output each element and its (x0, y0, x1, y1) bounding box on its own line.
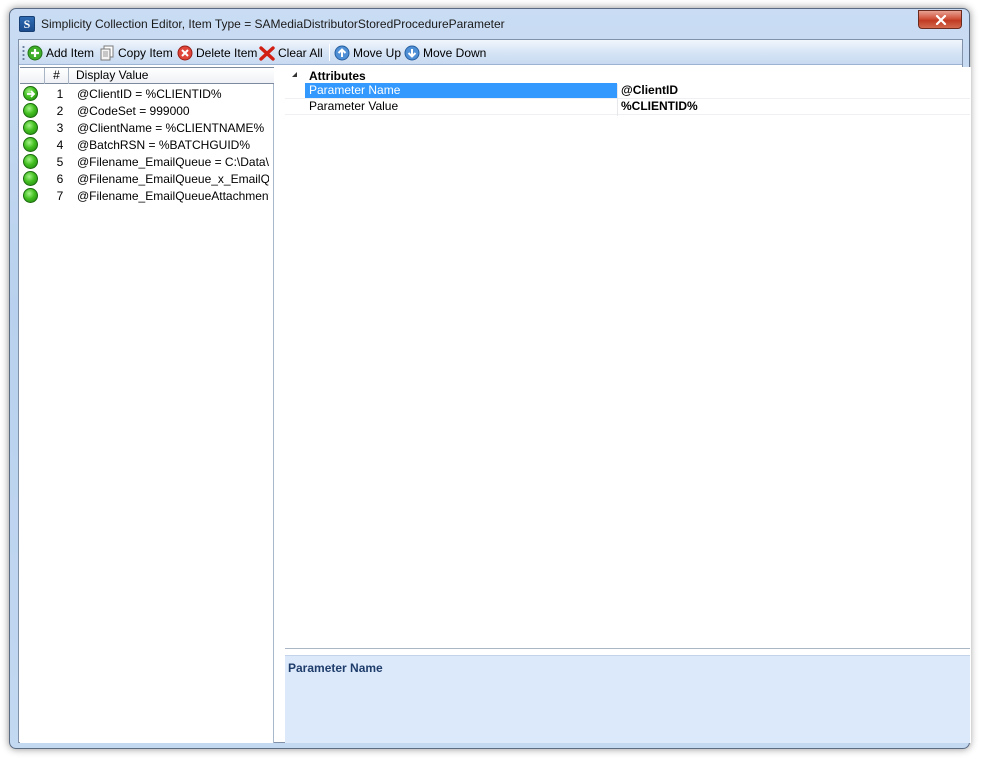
arrow-right-icon (27, 90, 36, 98)
item-number: 5 (56, 155, 64, 169)
move-up-label: Move Up (353, 45, 402, 60)
property-grid: Attributes Parameter Name @ClientID Para… (285, 67, 970, 649)
description-title: Parameter Name (288, 661, 383, 675)
status-icon (23, 137, 38, 152)
property-name[interactable]: Parameter Value (305, 99, 617, 114)
status-icon (23, 120, 38, 135)
close-icon (935, 15, 947, 25)
client-area: Add Item Copy Item Delete Item Clear All (18, 39, 971, 743)
item-number: 1 (56, 87, 64, 101)
list-item[interactable]: 2 @CodeSet = 999000 (20, 102, 274, 119)
list-item[interactable]: 3 @ClientName = %CLIENTNAME% (20, 119, 274, 136)
status-icon (23, 86, 38, 101)
property-row-parameter-name[interactable]: Parameter Name @ClientID (285, 83, 970, 99)
status-icon (23, 103, 38, 118)
property-value[interactable]: %CLIENTID% (621, 99, 698, 114)
property-panel: Attributes Parameter Name @ClientID Para… (285, 67, 971, 743)
item-number: 7 (56, 189, 64, 203)
clear-icon (259, 45, 275, 61)
move-up-button[interactable]: Move Up (334, 43, 401, 62)
item-display-value: @ClientID = %CLIENTID% (77, 87, 222, 101)
number-column-header[interactable]: # (45, 68, 69, 84)
copy-item-label: Copy Item (118, 45, 173, 60)
list-item[interactable]: 1 @ClientID = %CLIENTID% (20, 85, 274, 102)
list-item[interactable]: 6 @Filename_EmailQueue_x_EmailQue... (20, 170, 274, 187)
item-number: 4 (56, 138, 64, 152)
collapse-triangle-icon[interactable] (292, 72, 297, 77)
category-label: Attributes (309, 69, 366, 83)
collection-editor-window: S Simplicity Collection Editor, Item Typ… (9, 8, 971, 749)
toolbar: Add Item Copy Item Delete Item Clear All (19, 40, 962, 65)
status-icon (23, 154, 38, 169)
status-icon (23, 171, 38, 186)
clear-all-button[interactable]: Clear All (259, 43, 323, 62)
title-bar[interactable]: S Simplicity Collection Editor, Item Typ… (10, 9, 969, 39)
delete-icon (177, 45, 193, 61)
item-number: 2 (56, 104, 64, 118)
add-icon (27, 45, 43, 61)
property-row-parameter-value[interactable]: Parameter Value %CLIENTID% (285, 99, 970, 115)
property-grid-splitter[interactable] (617, 84, 618, 116)
display-value-column-header[interactable]: Display Value (69, 68, 274, 84)
delete-item-button[interactable]: Delete Item (177, 43, 257, 62)
list-item[interactable]: 5 @Filename_EmailQueue = C:\Data\U... (20, 153, 274, 170)
item-number: 3 (56, 121, 64, 135)
window-title: Simplicity Collection Editor, Item Type … (41, 17, 505, 31)
item-display-value: @Filename_EmailQueue = C:\Data\U... (77, 155, 269, 169)
copy-icon (99, 45, 115, 61)
item-list-header: # Display Value (20, 67, 274, 84)
description-pane: Parameter Name (285, 655, 970, 743)
move-down-label: Move Down (423, 45, 487, 60)
move-down-button[interactable]: Move Down (404, 43, 486, 62)
status-icon (23, 188, 38, 203)
item-number: 6 (56, 172, 64, 186)
close-button[interactable] (918, 10, 962, 29)
property-name[interactable]: Parameter Name (305, 83, 617, 98)
delete-item-label: Delete Item (196, 45, 258, 60)
item-list-panel: # Display Value 1 @ClientID = %CLIENTID%… (20, 67, 274, 743)
item-display-value: @ClientName = %CLIENTNAME% (77, 121, 265, 135)
item-display-value: @BatchRSN = %BATCHGUID% (77, 138, 250, 152)
status-column-header[interactable] (20, 68, 45, 84)
toolbar-separator (329, 44, 330, 61)
clear-all-label: Clear All (278, 45, 323, 60)
toolbar-grip[interactable] (22, 45, 25, 60)
list-item[interactable]: 4 @BatchRSN = %BATCHGUID% (20, 136, 274, 153)
move-down-icon (404, 45, 420, 61)
category-attributes[interactable]: Attributes (285, 67, 970, 83)
move-up-icon (334, 45, 350, 61)
app-icon: S (19, 16, 35, 32)
list-item[interactable]: 7 @Filename_EmailQueueAttachment =... (20, 187, 274, 204)
item-display-value: @Filename_EmailQueue_x_EmailQue... (77, 172, 269, 186)
item-display-value: @CodeSet = 999000 (77, 104, 190, 118)
copy-item-button[interactable]: Copy Item (99, 43, 173, 62)
item-display-value: @Filename_EmailQueueAttachment =... (77, 189, 269, 203)
add-item-label: Add Item (46, 45, 95, 60)
property-value[interactable]: @ClientID (621, 83, 678, 98)
add-item-button[interactable]: Add Item (27, 43, 94, 62)
